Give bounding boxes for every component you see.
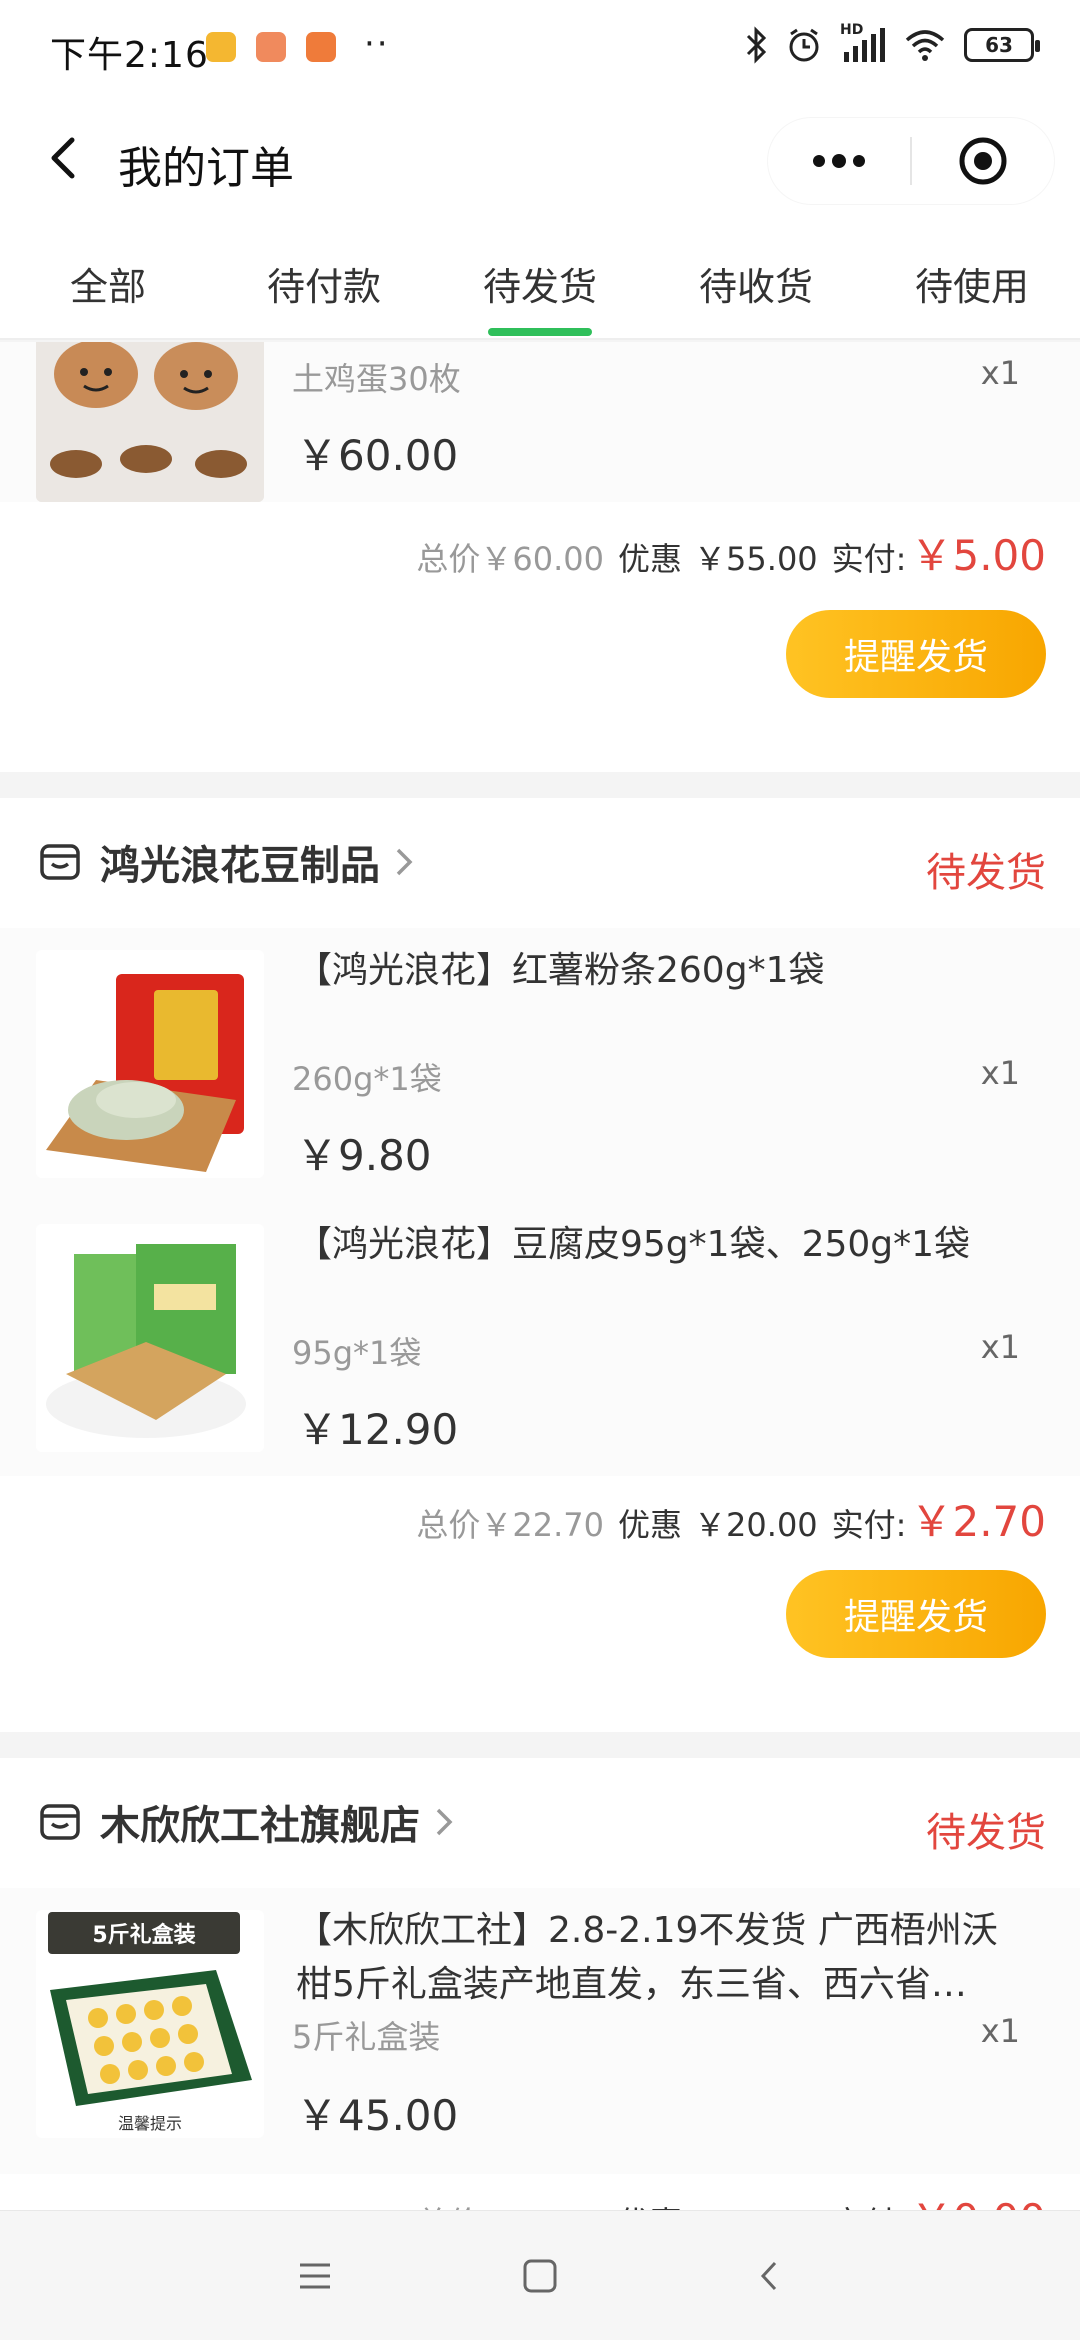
system-nav-bar: [0, 2210, 1080, 2340]
order-tabs: 全部 待付款 待发货 待收货 待使用: [0, 226, 1080, 340]
status-time: 下午2:16: [50, 35, 209, 76]
bluetooth-icon: [746, 26, 767, 64]
item-title: 【鸿光浪花】豆腐皮95g*1袋、250g*1袋: [296, 1224, 971, 1265]
target-close-icon: [959, 137, 1007, 185]
tab-pending-shipment[interactable]: 待发货: [432, 226, 648, 340]
shop-name: 鸿光浪花豆制品: [100, 843, 380, 889]
thumb-note: 温馨提示: [117, 2114, 182, 2133]
item-spec: 5斤礼盒装: [292, 2018, 441, 2056]
page-title: 我的订单: [118, 143, 294, 194]
signal-icon: HD: [840, 22, 886, 64]
discount-amount: ￥45.00: [694, 2198, 818, 2210]
item-qty: x1: [980, 354, 1020, 392]
mail-notification-icon: [256, 32, 286, 62]
tab-pending-use[interactable]: 待使用: [864, 226, 1080, 340]
nav-bar: 我的订单: [0, 96, 1080, 226]
item-title: 【木欣欣工社】2.8-2.19不发货 广西梧州沃柑5斤礼盒装产地直发，东三省、西…: [296, 1910, 998, 2005]
order-card: 土鸡蛋30枚 x1 ￥60.00 总价￥60.00 优惠 ￥55.00 实付: …: [0, 342, 1080, 772]
screen: 下午2:16 ·· HD 63 我的订单 全部 待付款 待发货 待收货 待使用 …: [0, 0, 1080, 2340]
order-item[interactable]: 【鸿光浪花】红薯粉条260g*1袋 260g*1袋 x1 ￥9.80: [0, 928, 1080, 1202]
tab-pending-payment[interactable]: 待付款: [216, 226, 432, 340]
remind-shipment-button[interactable]: 提醒发货: [786, 610, 1046, 698]
item-price: ￥12.90: [296, 1405, 459, 1454]
tab-pending-receipt[interactable]: 待收货: [648, 226, 864, 340]
order-item[interactable]: 土鸡蛋30枚 x1 ￥60.00: [0, 342, 1080, 502]
more-notifications-icon: ··: [364, 24, 390, 64]
shop-icon: [40, 1804, 80, 1840]
order-list: 土鸡蛋30枚 x1 ￥60.00 总价￥60.00 优惠 ￥55.00 实付: …: [0, 342, 1080, 2210]
chevron-right-icon: [436, 1808, 453, 1836]
order-status: 待发货: [926, 850, 1046, 896]
menu-icon[interactable]: [290, 2251, 340, 2301]
remind-shipment-button[interactable]: 提醒发货: [786, 1570, 1046, 1658]
battery-level: 63: [985, 33, 1013, 57]
mini-program-capsule: [768, 118, 1054, 204]
more-menu-button[interactable]: [768, 118, 910, 204]
shop-icon: [40, 844, 80, 880]
paid-label: 实付:: [832, 2198, 907, 2210]
wifi-icon: [905, 30, 945, 61]
discount-label: 优惠: [618, 2198, 682, 2210]
status-icons: HD 63: [744, 22, 1040, 64]
order-card: 鸿光浪花豆制品 待发货 【鸿光浪花】红薯粉条260g*1袋 260g*1袋 x1…: [0, 798, 1080, 1732]
order-item[interactable]: 【鸿光浪花】豆腐皮95g*1袋、250g*1袋 95g*1袋 x1 ￥12.90: [0, 1202, 1080, 1476]
shop-name: 木欣欣工社旗舰店: [100, 1803, 420, 1849]
item-spec: 260g*1袋: [292, 1060, 442, 1098]
order-total: 总价￥22.70: [416, 1506, 605, 1544]
item-qty: x1: [980, 2012, 1020, 2050]
item-price: ￥9.80: [296, 1131, 432, 1180]
shop-header[interactable]: 木欣欣工社旗舰店: [38, 1782, 454, 1862]
item-spec: 土鸡蛋30枚: [292, 360, 461, 398]
paid-amount: ￥0.00: [910, 2186, 1046, 2210]
product-image-sweet-potato-noodles: [36, 950, 264, 1178]
discount-amount: ￥55.00: [694, 540, 818, 578]
discount-amount: ￥20.00: [694, 1506, 818, 1544]
paid-amount: ￥2.70: [910, 1497, 1046, 1546]
item-qty: x1: [980, 1328, 1020, 1366]
item-spec: 95g*1袋: [292, 1334, 422, 1372]
paid-label: 实付:: [831, 540, 907, 578]
order-total: 总价￥45.00: [416, 2198, 604, 2210]
discount-label: 优惠: [618, 540, 683, 578]
product-image-tofu-skin: [36, 1224, 264, 1452]
chat-notification-icon: [206, 32, 236, 62]
chevron-right-icon: [396, 848, 413, 876]
item-price: ￥45.00: [296, 2091, 459, 2140]
order-total: 总价￥60.00: [416, 540, 605, 578]
close-mini-program-button[interactable]: [912, 118, 1054, 204]
back-icon[interactable]: [36, 128, 96, 188]
paid-label: 实付:: [831, 1506, 907, 1544]
order-card: 木欣欣工社旗舰店 待发货 5斤礼盒装 温馨提示 【木欣欣工社】2.8-2.19不…: [0, 1758, 1080, 2210]
product-image-orange-gift-box: 5斤礼盒装 温馨提示: [36, 1910, 264, 2138]
back-nav-icon[interactable]: [745, 2251, 795, 2301]
more-dots-icon: [813, 154, 865, 168]
app-notification-icon: [306, 32, 336, 62]
alarm-icon: [789, 28, 819, 62]
item-price: ￥60.00: [296, 431, 459, 480]
product-image-eggs: [36, 342, 264, 502]
order-item[interactable]: 5斤礼盒装 温馨提示 【木欣欣工社】2.8-2.19不发货 广西梧州沃柑5斤礼盒…: [0, 1888, 1080, 2174]
home-icon[interactable]: [515, 2251, 565, 2301]
order-summary: 总价￥60.00 优惠 ￥55.00 实付: ￥5.00: [416, 522, 1046, 583]
battery-icon: 63: [964, 28, 1040, 62]
tab-all[interactable]: 全部: [0, 226, 216, 340]
status-bar: 下午2:16 ·· HD 63: [0, 0, 1080, 96]
order-summary: 总价￥22.70 优惠 ￥20.00 实付: ￥2.70: [416, 1488, 1046, 1549]
item-title: 【鸿光浪花】红薯粉条260g*1袋: [296, 950, 825, 991]
discount-label: 优惠: [618, 1506, 683, 1544]
paid-amount: ￥5.00: [910, 531, 1046, 580]
order-summary: 总价￥45.00 优惠 ￥45.00 实付: ￥0.00: [416, 2186, 1046, 2210]
shop-header[interactable]: 鸿光浪花豆制品: [38, 822, 414, 902]
order-status: 待发货: [926, 1810, 1046, 1856]
item-qty: x1: [980, 1054, 1020, 1092]
